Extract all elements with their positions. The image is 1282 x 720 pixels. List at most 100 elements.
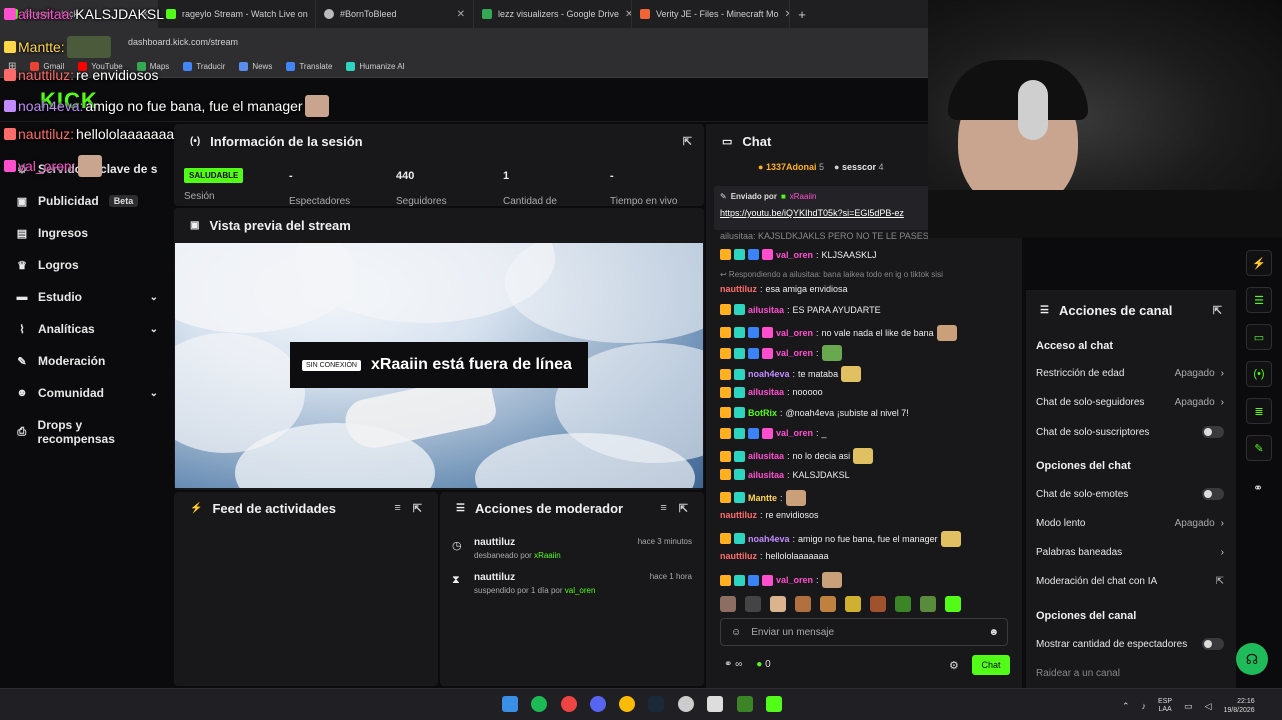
chat-username[interactable]: val_oren bbox=[776, 250, 813, 260]
emote-icon[interactable] bbox=[895, 596, 911, 612]
chat-username[interactable]: ailusitaa bbox=[748, 305, 784, 315]
mod-action-row[interactable]: ⧗ nauttiluz suspendido por 1 día por val_… bbox=[452, 572, 692, 595]
chat-username[interactable]: BotRix bbox=[748, 408, 777, 418]
chat-username[interactable]: noah4eva bbox=[748, 534, 790, 544]
row-raid[interactable]: Raidear a un canal bbox=[1036, 668, 1224, 679]
emote-icon[interactable]: ☺ bbox=[731, 627, 741, 638]
discord-icon[interactable] bbox=[590, 696, 606, 712]
emote-icon[interactable] bbox=[745, 596, 761, 612]
chat-send-button[interactable]: Chat bbox=[972, 655, 1010, 675]
chat-input[interactable]: ☺ Enviar un mensaje ☻ bbox=[720, 618, 1008, 646]
rail-wrench-button[interactable]: ✎ bbox=[1246, 435, 1272, 461]
pinned-message[interactable]: ✎ Enviado por ■ xRaaiin https://youtu.be/iQ… bbox=[714, 186, 944, 230]
bookmark-traducir[interactable]: Traducir bbox=[183, 62, 225, 71]
emote-icon[interactable] bbox=[920, 596, 936, 612]
toggle-switch[interactable] bbox=[1202, 426, 1224, 438]
popout-icon[interactable]: ⇱ bbox=[413, 502, 422, 515]
emote-icon[interactable] bbox=[770, 596, 786, 612]
gifter[interactable]: ● sesscor 4 bbox=[834, 162, 884, 172]
chat-username[interactable]: nauttiluz bbox=[720, 551, 757, 561]
browser-tab[interactable]: Verity JE - Files - Minecraft Mo✕ bbox=[632, 0, 790, 28]
browser-tab[interactable]: rageylo Stream - Watch Live on✕ bbox=[158, 0, 316, 28]
app-icon[interactable] bbox=[707, 696, 723, 712]
emote-icon[interactable] bbox=[870, 596, 886, 612]
filter-icon[interactable]: ≡ bbox=[660, 502, 666, 515]
toggle-switch[interactable] bbox=[1202, 638, 1224, 650]
row-label: Palabras baneadas bbox=[1036, 547, 1123, 558]
popout-icon[interactable]: ⇱ bbox=[1213, 304, 1222, 317]
chat-username[interactable]: ailusitaa bbox=[748, 451, 784, 461]
infinity-icon[interactable]: ⚭ ∞ bbox=[724, 659, 742, 670]
pinned-link[interactable]: https://youtu.be/iQYKIhdT05k?si=EGl5dPB-… bbox=[720, 208, 938, 218]
clock[interactable]: 22:16 19/8/2026 bbox=[1224, 697, 1255, 715]
kick-icon[interactable] bbox=[766, 696, 782, 712]
row-banned-words[interactable]: Palabras baneadas › bbox=[1036, 547, 1224, 558]
network-icon[interactable]: ▭ bbox=[1184, 701, 1193, 712]
steam-icon[interactable] bbox=[648, 696, 664, 712]
row-ai-moderation[interactable]: Moderación del chat con IA ⇱ bbox=[1036, 576, 1224, 587]
volume-icon[interactable]: ◁ bbox=[1205, 701, 1212, 712]
minecraft-icon[interactable] bbox=[737, 696, 753, 712]
sidebar-item-studio[interactable]: ▬ Estudio ⌄ bbox=[16, 290, 159, 304]
rail-list-button[interactable]: ☰ bbox=[1246, 287, 1272, 313]
chat-username[interactable]: noah4eva bbox=[748, 369, 790, 379]
emote-icon[interactable] bbox=[945, 596, 961, 612]
sidebar-item-advertising[interactable]: ▣ Publicidad Beta bbox=[16, 194, 158, 208]
rail-more-icon[interactable]: ⚭ bbox=[1253, 481, 1263, 495]
rail-chat-button[interactable]: ▭ bbox=[1246, 324, 1272, 350]
sidebar-item-achievements[interactable]: ♛ Logros bbox=[16, 258, 158, 272]
ccleaner-icon[interactable] bbox=[678, 696, 694, 712]
bookmark-humanize[interactable]: Humanize AI bbox=[346, 62, 405, 71]
filter-icon[interactable]: ≡ bbox=[394, 502, 400, 515]
sidebar-item-revenue[interactable]: ▤ Ingresos bbox=[16, 226, 158, 240]
chat-username[interactable]: val_oren bbox=[776, 428, 813, 438]
row-slow-mode[interactable]: Modo lento Apagado › bbox=[1036, 518, 1224, 529]
chat-username[interactable]: val_oren bbox=[776, 348, 813, 358]
bookmark-news[interactable]: News bbox=[239, 62, 272, 71]
mod-action-text: desbaneado por bbox=[474, 551, 532, 560]
chevron-up-icon[interactable]: ⌃ bbox=[1122, 701, 1130, 712]
sidebar-item-community[interactable]: ☻ Comunidad ⌄ bbox=[16, 386, 158, 400]
close-icon[interactable]: ✕ bbox=[457, 9, 465, 20]
help-support-icon[interactable]: ☊ bbox=[1236, 643, 1268, 675]
sidebar-item-analytics[interactable]: ⌇ Analíticas ⌄ bbox=[16, 322, 158, 336]
rail-stack-button[interactable]: ≣ bbox=[1246, 398, 1272, 424]
rail-bolt-button[interactable]: ⚡ bbox=[1246, 250, 1272, 276]
app-icon[interactable] bbox=[561, 696, 577, 712]
chat-username[interactable]: nauttiluz bbox=[720, 284, 757, 294]
popout-icon[interactable]: ⇱ bbox=[679, 502, 688, 515]
chat-username[interactable]: val_oren bbox=[776, 575, 813, 585]
toggle-switch[interactable] bbox=[1202, 488, 1224, 500]
emote-icon[interactable] bbox=[845, 596, 861, 612]
row-age-restriction[interactable]: Restricción de edad Apagado › bbox=[1036, 368, 1224, 379]
mod-action-row[interactable]: ◷ nauttiluz desbaneado por xRaaiin hace 3… bbox=[452, 537, 692, 560]
browser-tab[interactable]: lezz visualizers - Google Drive ✕ bbox=[474, 0, 632, 28]
gifter[interactable]: ● 1337Adonai 5 bbox=[758, 162, 824, 172]
sidebar-item-moderation[interactable]: ✎ Moderación bbox=[16, 354, 158, 368]
browser-tab[interactable]: #BornToBleed ✕ bbox=[316, 0, 474, 28]
close-icon[interactable]: ✕ bbox=[625, 9, 631, 20]
chrome-icon[interactable] bbox=[619, 696, 635, 712]
language-indicator[interactable]: ESP LAA bbox=[1158, 698, 1172, 714]
new-tab-button[interactable]: + bbox=[790, 0, 814, 28]
emote-icon[interactable] bbox=[720, 596, 736, 612]
bookmark-translate[interactable]: Translate bbox=[286, 62, 332, 71]
chat-username[interactable]: ailusitaa bbox=[748, 470, 784, 480]
sidebar-item-drops[interactable]: ⎙ Drops y recompensas bbox=[16, 418, 158, 446]
popout-icon[interactable]: ⇱ bbox=[683, 135, 692, 148]
rail-broadcast-button[interactable]: (•) bbox=[1246, 361, 1272, 387]
chat-username[interactable]: ailusitaa bbox=[748, 387, 784, 397]
row-followers-only[interactable]: Chat de solo-seguidores Apagado › bbox=[1036, 397, 1224, 408]
smiley-icon[interactable]: ☻ bbox=[988, 627, 999, 638]
windows-start-icon[interactable] bbox=[502, 696, 518, 712]
chat-username[interactable]: nauttiluz bbox=[720, 510, 757, 520]
chat-username[interactable]: val_oren bbox=[776, 328, 813, 338]
emote-icon[interactable] bbox=[820, 596, 836, 612]
points[interactable]: ● 0 bbox=[756, 659, 770, 670]
address-bar[interactable]: dashboard.kick.com/stream bbox=[0, 28, 928, 56]
mic-icon[interactable]: ♪ bbox=[1142, 701, 1147, 711]
settings-icon[interactable]: ⚙ bbox=[949, 659, 959, 672]
emote-icon[interactable] bbox=[795, 596, 811, 612]
chat-username[interactable]: Mantte bbox=[748, 493, 777, 503]
spotify-icon[interactable] bbox=[531, 696, 547, 712]
